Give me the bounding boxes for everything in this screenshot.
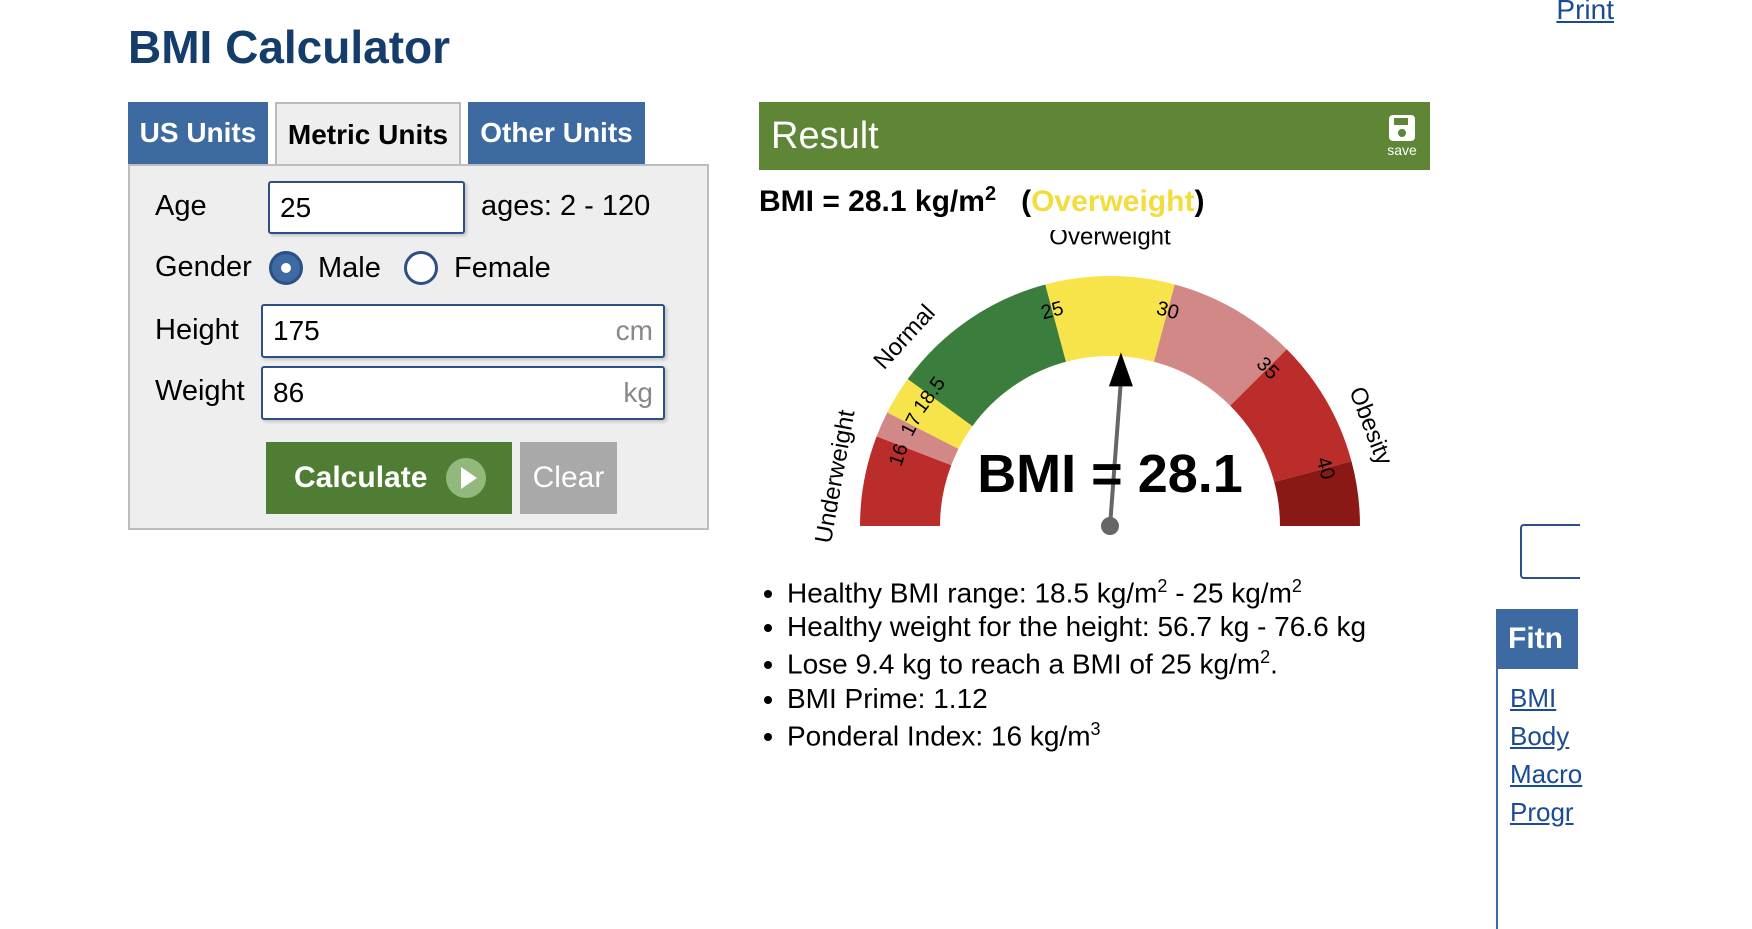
gauge-label-obesity: Obesity bbox=[1343, 383, 1390, 469]
gauge-label-underweight: Underweight bbox=[810, 408, 860, 546]
weight-input[interactable] bbox=[273, 368, 553, 418]
height-field[interactable]: cm bbox=[261, 304, 665, 358]
exp-4: 3 bbox=[1090, 719, 1101, 739]
calculate-label: Calculate bbox=[294, 461, 428, 494]
height-unit: cm bbox=[615, 315, 653, 346]
healthy-weight: Healthy weight for the height: 56.7 kg -… bbox=[787, 611, 1366, 647]
result-header: Result save bbox=[759, 102, 1430, 170]
exp-1: 2 bbox=[1157, 576, 1168, 596]
gender-label: Gender bbox=[155, 251, 252, 283]
play-icon bbox=[446, 458, 486, 498]
age-label: Age bbox=[155, 190, 207, 222]
bmi-prime: BMI Prime: 1.12 bbox=[787, 683, 1366, 719]
healthy-bmi-range-text: Healthy BMI range: 18.5 kg/m bbox=[787, 577, 1158, 609]
bmi-summary-exp: 2 bbox=[984, 183, 997, 205]
height-input[interactable] bbox=[273, 306, 553, 356]
age-field[interactable] bbox=[268, 181, 465, 234]
save-icon bbox=[1389, 115, 1415, 141]
tab-metric-units[interactable]: Metric Units bbox=[275, 102, 461, 168]
age-hint: ages: 2 - 120 bbox=[481, 190, 651, 222]
exp-2: 2 bbox=[1291, 576, 1302, 596]
gauge-readout: BMI = 28.1 bbox=[977, 444, 1243, 504]
page-title: BMI Calculator bbox=[128, 21, 451, 73]
save-label: save bbox=[1387, 142, 1417, 158]
gauge-label-overweight: Overweight bbox=[1049, 230, 1171, 250]
result-title: Result bbox=[771, 115, 879, 157]
lose-weight-text: Lose 9.4 kg to reach a BMI of 25 kg/m bbox=[787, 648, 1261, 680]
tab-us-units[interactable]: US Units bbox=[128, 102, 268, 164]
weight-field[interactable]: kg bbox=[261, 366, 665, 420]
gauge-needle-head bbox=[1108, 352, 1133, 387]
weight-label: Weight bbox=[155, 375, 245, 407]
height-label: Height bbox=[155, 314, 239, 346]
gender-female-radio[interactable] bbox=[404, 251, 438, 285]
gender-male-label[interactable]: Male bbox=[318, 252, 381, 285]
ponderal-index: Ponderal Index: 16 kg/m3 bbox=[787, 719, 1366, 755]
bmi-category: Overweight bbox=[1031, 185, 1195, 218]
side-link-macro[interactable]: Macro bbox=[1510, 759, 1582, 790]
bmi-gauge: 161718.525 303540 UnderweightNormalOverwe… bbox=[810, 230, 1390, 546]
side-link-body[interactable]: Body bbox=[1510, 721, 1569, 752]
side-nav-header: Fitn bbox=[1498, 609, 1578, 669]
weight-unit: kg bbox=[623, 377, 653, 408]
bmi-summary: BMI = 28.1 kg/m2 (Overweight) bbox=[759, 183, 1205, 218]
healthy-bmi-range-mid: - 25 kg/m bbox=[1167, 577, 1292, 609]
clear-button[interactable]: Clear bbox=[520, 442, 617, 514]
side-link-progr[interactable]: Progr bbox=[1510, 797, 1574, 828]
ponderal-index-text: Ponderal Index: 16 kg/m bbox=[787, 720, 1091, 752]
tab-other-units[interactable]: Other Units bbox=[468, 102, 645, 164]
gauge-needle-pivot bbox=[1101, 517, 1119, 535]
save-button[interactable]: save bbox=[1384, 114, 1420, 160]
partial-search-box[interactable] bbox=[1520, 524, 1580, 579]
lose-weight: Lose 9.4 kg to reach a BMI of 25 kg/m2. bbox=[787, 647, 1366, 683]
lose-weight-suffix: . bbox=[1270, 648, 1278, 680]
print-link[interactable]: Print bbox=[1556, 0, 1614, 26]
calculate-button[interactable]: Calculate bbox=[266, 442, 512, 514]
result-details: Healthy BMI range: 18.5 kg/m2 - 25 kg/m2… bbox=[759, 576, 1366, 755]
gender-male-radio[interactable] bbox=[269, 251, 303, 285]
bmi-summary-value: BMI = 28.1 kg/m bbox=[759, 185, 985, 218]
age-input[interactable] bbox=[280, 183, 416, 232]
side-link-bmi[interactable]: BMI bbox=[1510, 683, 1556, 714]
side-nav: Fitn BMI Body Macro Progr bbox=[1496, 609, 1582, 929]
gender-female-label[interactable]: Female bbox=[454, 252, 551, 285]
exp-3: 2 bbox=[1260, 647, 1271, 667]
healthy-bmi-range: Healthy BMI range: 18.5 kg/m2 - 25 kg/m2 bbox=[787, 576, 1366, 611]
